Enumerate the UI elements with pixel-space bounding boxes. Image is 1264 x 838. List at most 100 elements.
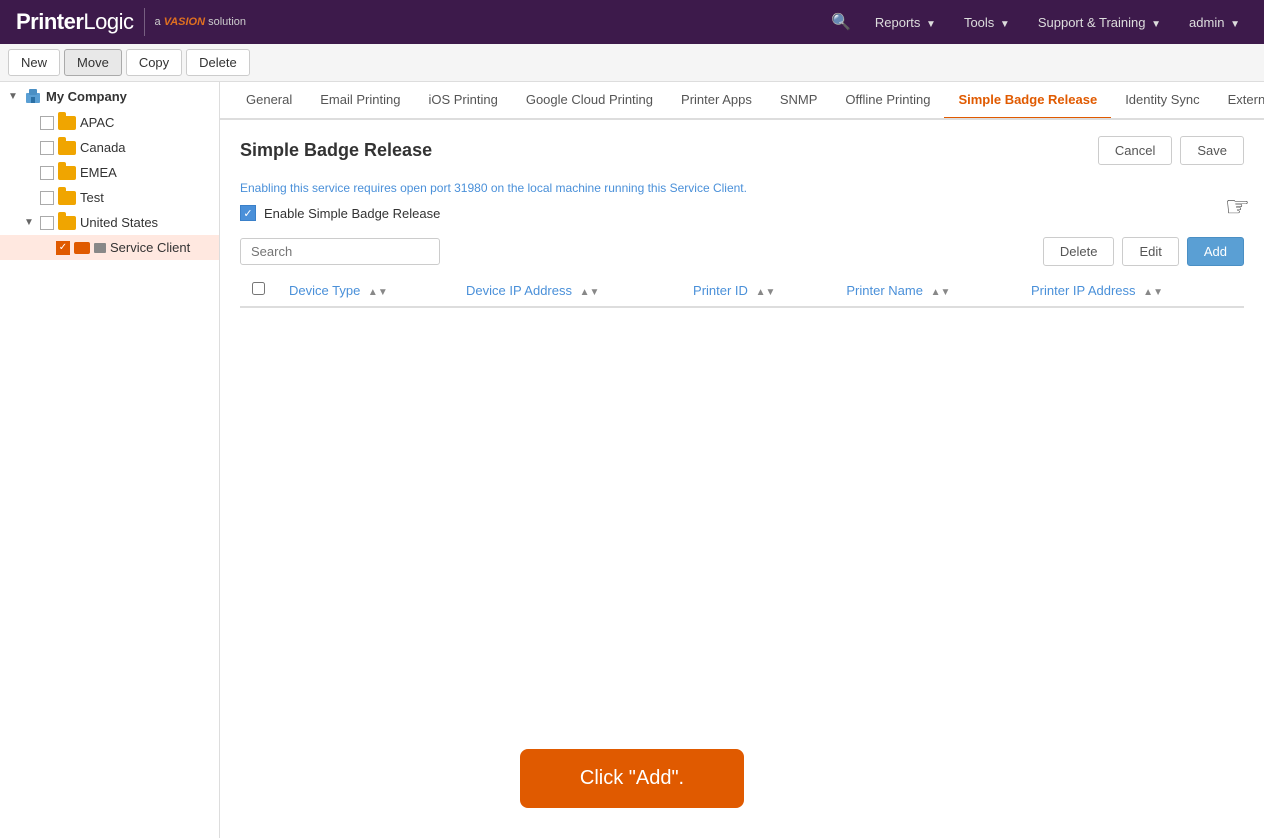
- delete-toolbar-button[interactable]: Delete: [186, 49, 250, 76]
- col-printer-id[interactable]: Printer ID ▲▼: [681, 274, 834, 307]
- us-checkbox[interactable]: [40, 216, 54, 230]
- sort-printer-name: ▲▼: [931, 287, 951, 298]
- data-table: Device Type ▲▼ Device IP Address ▲▼ Prin…: [240, 274, 1244, 308]
- canada-checkbox[interactable]: [40, 141, 54, 155]
- page-title: Simple Badge Release: [240, 140, 1098, 161]
- sidebar-item-emea[interactable]: ▶ EMEA: [0, 160, 219, 185]
- col-device-ip[interactable]: Device IP Address ▲▼: [454, 274, 681, 307]
- service-client-icon: [74, 242, 90, 254]
- save-button[interactable]: Save: [1180, 136, 1244, 165]
- tab-external-gateway[interactable]: External Gateway: [1214, 82, 1264, 120]
- sort-device-type: ▲▼: [368, 287, 388, 298]
- sort-device-ip: ▲▼: [580, 287, 600, 298]
- enable-checkbox[interactable]: [240, 205, 256, 221]
- us-folder-icon: [58, 216, 76, 230]
- copy-button[interactable]: Copy: [126, 49, 182, 76]
- content-area: General Email Printing iOS Printing Goog…: [220, 82, 1264, 838]
- apac-folder-icon: [58, 116, 76, 130]
- sidebar-item-service-client[interactable]: ▶ Service Client: [0, 235, 219, 260]
- canada-arrow: ▶: [24, 142, 36, 153]
- apac-arrow: ▶: [24, 117, 36, 128]
- support-training-menu[interactable]: Support & Training ▼: [1030, 11, 1169, 34]
- tabs-bar: General Email Printing iOS Printing Goog…: [220, 82, 1264, 120]
- reports-menu[interactable]: Reports ▼: [867, 11, 944, 34]
- sidebar-label-my-company: My Company: [46, 89, 127, 104]
- tab-google-cloud[interactable]: Google Cloud Printing: [512, 82, 667, 120]
- expand-arrow: ▼: [8, 91, 20, 102]
- reports-arrow: ▼: [926, 19, 936, 30]
- enable-checkbox-label: Enable Simple Badge Release: [264, 206, 440, 221]
- logo-logic: Logic: [83, 9, 133, 34]
- test-checkbox[interactable]: [40, 191, 54, 205]
- col-printer-ip-label: Printer IP Address: [1031, 283, 1136, 298]
- sidebar-label-service-client: Service Client: [110, 240, 190, 255]
- sidebar-label-test: Test: [80, 190, 104, 205]
- top-nav: PrinterLogic a VASION solution 🔍 Reports…: [0, 0, 1264, 44]
- tab-printer-apps[interactable]: Printer Apps: [667, 82, 766, 120]
- us-arrow: ▼: [24, 217, 36, 228]
- move-button[interactable]: Move: [64, 49, 122, 76]
- add-button[interactable]: Add: [1187, 237, 1244, 266]
- new-button[interactable]: New: [8, 49, 60, 76]
- tools-menu[interactable]: Tools ▼: [956, 11, 1018, 34]
- col-printer-name-label: Printer Name: [846, 283, 923, 298]
- apac-checkbox[interactable]: [40, 116, 54, 130]
- sidebar-item-canada[interactable]: ▶ Canada: [0, 135, 219, 160]
- search-icon[interactable]: 🔍: [827, 8, 855, 36]
- col-printer-name[interactable]: Printer Name ▲▼: [834, 274, 1019, 307]
- test-arrow: ▶: [24, 192, 36, 203]
- sidebar-item-test[interactable]: ▶ Test: [0, 185, 219, 210]
- emea-arrow: ▶: [24, 167, 36, 178]
- content-body: Simple Badge Release Cancel Save Enablin…: [220, 120, 1264, 324]
- emea-folder-icon: [58, 166, 76, 180]
- select-all-header[interactable]: [240, 274, 277, 307]
- admin-menu[interactable]: admin ▼: [1181, 11, 1248, 34]
- logo-area: PrinterLogic a VASION solution: [16, 8, 246, 36]
- sidebar-item-apac[interactable]: ▶ APAC: [0, 110, 219, 135]
- support-arrow: ▼: [1151, 19, 1161, 30]
- tab-identity-sync[interactable]: Identity Sync: [1111, 82, 1213, 120]
- sidebar-label-emea: EMEA: [80, 165, 117, 180]
- sidebar-label-canada: Canada: [80, 140, 126, 155]
- sort-printer-ip: ▲▼: [1143, 287, 1163, 298]
- tab-ios-printing[interactable]: iOS Printing: [414, 82, 511, 120]
- sidebar-item-my-company[interactable]: ▼ My Company: [0, 82, 219, 110]
- service-client-monitor-icon: [94, 243, 106, 253]
- logo-printer: Printer: [16, 9, 83, 34]
- tab-offline-printing[interactable]: Offline Printing: [831, 82, 944, 120]
- sidebar: ▼ My Company ▶ APAC ▶ Canada ▶: [0, 82, 220, 838]
- logo-divider: [144, 8, 145, 36]
- sidebar-label-united-states: United States: [80, 215, 158, 230]
- company-icon: [24, 87, 42, 105]
- vasion-label: a VASION solution: [155, 16, 247, 28]
- emea-checkbox[interactable]: [40, 166, 54, 180]
- select-all-checkbox[interactable]: [252, 282, 265, 295]
- tools-arrow: ▼: [1000, 19, 1010, 30]
- info-message: Enabling this service requires open port…: [240, 181, 1244, 195]
- admin-arrow: ▼: [1230, 19, 1240, 30]
- main-layout: ▼ My Company ▶ APAC ▶ Canada ▶: [0, 82, 1264, 838]
- col-device-type-label: Device Type: [289, 283, 360, 298]
- col-printer-id-label: Printer ID: [693, 283, 748, 298]
- tab-snmp[interactable]: SNMP: [766, 82, 832, 120]
- sort-printer-id: ▲▼: [756, 287, 776, 298]
- col-device-ip-label: Device IP Address: [466, 283, 572, 298]
- test-folder-icon: [58, 191, 76, 205]
- sc-checkbox[interactable]: [56, 241, 70, 255]
- delete-button[interactable]: Delete: [1043, 237, 1115, 266]
- sidebar-label-apac: APAC: [80, 115, 114, 130]
- cancel-button[interactable]: Cancel: [1098, 136, 1172, 165]
- canada-folder-icon: [58, 141, 76, 155]
- col-device-type[interactable]: Device Type ▲▼: [277, 274, 454, 307]
- sidebar-item-united-states[interactable]: ▼ United States: [0, 210, 219, 235]
- enable-checkbox-container: Enable Simple Badge Release: [240, 205, 1244, 221]
- tab-simple-badge[interactable]: Simple Badge Release: [944, 82, 1111, 120]
- toolbar: New Move Copy Delete: [0, 44, 1264, 82]
- search-input[interactable]: [240, 238, 440, 265]
- tab-general[interactable]: General: [232, 82, 306, 120]
- tab-email-printing[interactable]: Email Printing: [306, 82, 414, 120]
- logo: PrinterLogic: [16, 9, 134, 35]
- edit-button[interactable]: Edit: [1122, 237, 1178, 266]
- sc-arrow: ▶: [40, 242, 52, 253]
- col-printer-ip[interactable]: Printer IP Address ▲▼: [1019, 274, 1244, 307]
